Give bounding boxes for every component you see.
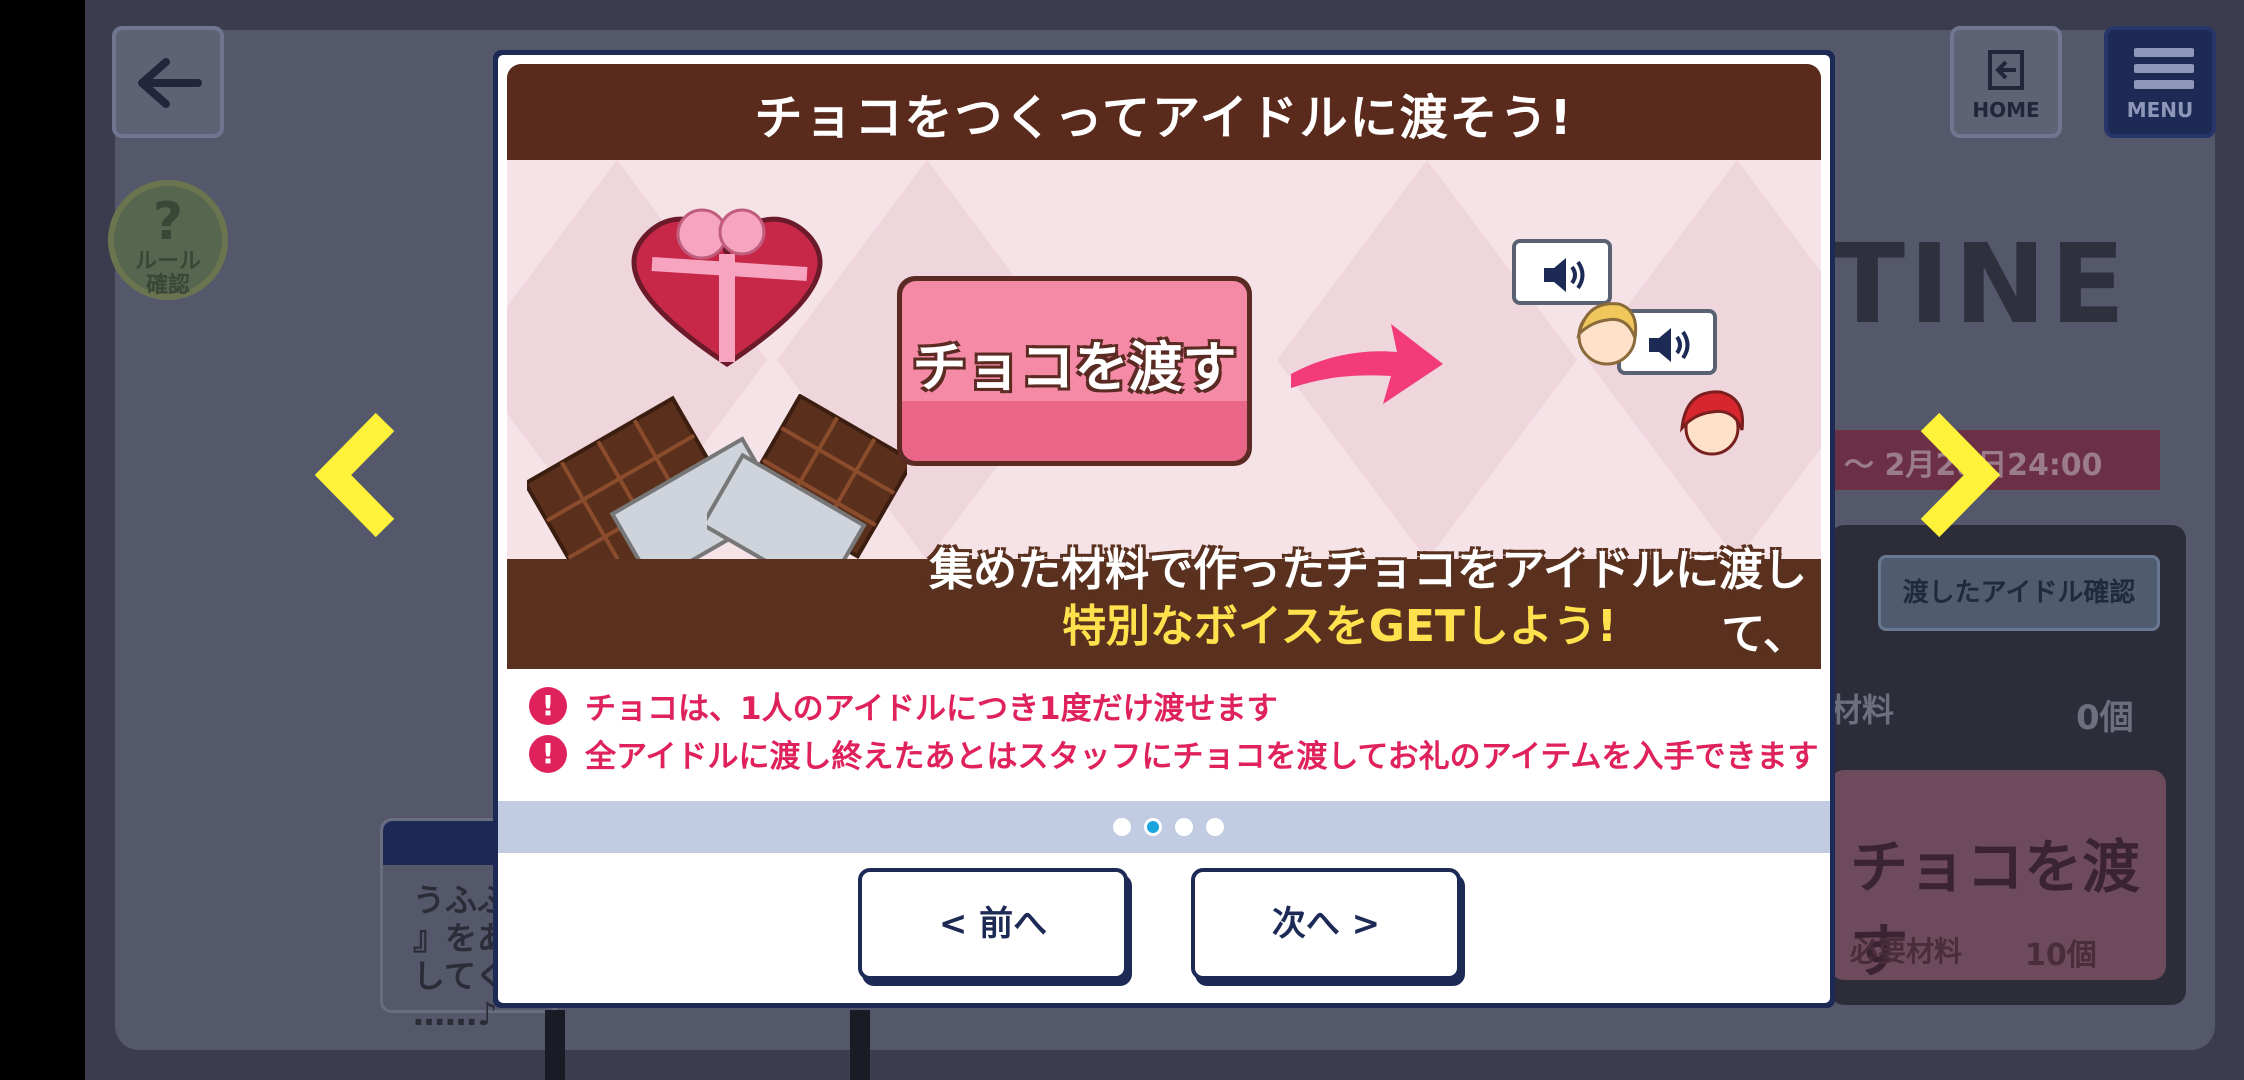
material-count: 0個 xyxy=(2076,698,2134,738)
page-dot[interactable] xyxy=(1175,818,1193,836)
home-exit-icon xyxy=(1988,50,2024,90)
page-dot[interactable] xyxy=(1113,818,1131,836)
question-icon: ? xyxy=(152,192,184,252)
left-arrow-icon[interactable] xyxy=(315,410,405,540)
tutorial-banner: チョコをつくってアイドルに渡そう! チョコを渡す 集めた材料で作ったチョコをアイ… xyxy=(507,64,1821,784)
stand-leg xyxy=(545,1010,565,1080)
note-text: チョコは、1人のアイドルにつき1度だけ渡せます xyxy=(585,691,1278,727)
back-button[interactable] xyxy=(112,26,224,138)
heart-gift-box-icon xyxy=(631,208,823,368)
home-button[interactable]: HOME xyxy=(1950,26,2062,138)
notes-area: ! チョコは、1人のアイドルにつき1度だけ渡せます ! 全アイドルに渡し終えたあ… xyxy=(507,669,1821,784)
give-choco-art-label: チョコを渡す xyxy=(912,336,1237,399)
tutorial-modal: チョコをつくってアイドルに渡そう! チョコを渡す 集めた材料で作ったチョコをアイ… xyxy=(493,50,1835,1008)
modal-title: チョコをつくってアイドルに渡そう! xyxy=(754,90,1574,146)
given-idols-button[interactable]: 渡したアイドル確認 xyxy=(1878,555,2160,631)
give-choco-button-bg[interactable]: チョコを渡す 必要材料 10個 xyxy=(1830,770,2166,985)
prev-button[interactable]: < 前へ xyxy=(858,868,1128,980)
page-dot-active[interactable] xyxy=(1144,818,1162,836)
note-item: ! 全アイドルに渡し終えたあとはスタッフにチョコを渡してお礼のアイテムを入手でき… xyxy=(529,731,1819,776)
page-dot[interactable] xyxy=(1206,818,1224,836)
give-choco-button-art: チョコを渡す xyxy=(897,276,1252,466)
description-line-2: 特別なボイスをGETしよう! xyxy=(1062,601,1617,652)
back-arrow-icon xyxy=(138,58,202,108)
material-label: 材料 xyxy=(1830,691,1895,729)
exclamation-icon: ! xyxy=(529,686,567,725)
speaker-icon xyxy=(1649,328,1690,362)
idol-avatar-redhead xyxy=(1680,390,1745,456)
required-count: 10個 xyxy=(2025,938,2097,973)
next-button[interactable]: 次へ > xyxy=(1191,868,1461,980)
exclamation-icon: ! xyxy=(529,734,567,773)
rule-label: ルール 確認 xyxy=(134,249,201,298)
idol-avatar-blonde xyxy=(1576,302,1638,366)
pink-arrow-icon xyxy=(1291,324,1443,404)
note-item: ! チョコは、1人のアイドルにつき1度だけ渡せます xyxy=(529,683,1278,728)
event-title: TINE xyxy=(1830,220,2130,348)
note-text: 全アイドルに渡し終えたあとはスタッフにチョコを渡してお礼のアイテムを入手できます xyxy=(585,739,1819,775)
pagination-bar xyxy=(498,801,1830,853)
rule-button[interactable]: ? ルール 確認 xyxy=(108,180,228,300)
speaker-icon xyxy=(1544,258,1585,292)
menu-label: MENU xyxy=(2126,98,2194,122)
stand-leg xyxy=(850,1010,870,1080)
menu-button[interactable]: MENU xyxy=(2104,26,2216,138)
home-label: HOME xyxy=(1972,98,2040,122)
right-arrow-icon[interactable] xyxy=(1910,410,2000,540)
left-black-bar xyxy=(0,0,85,1080)
required-label: 必要材料 xyxy=(1850,935,1963,968)
